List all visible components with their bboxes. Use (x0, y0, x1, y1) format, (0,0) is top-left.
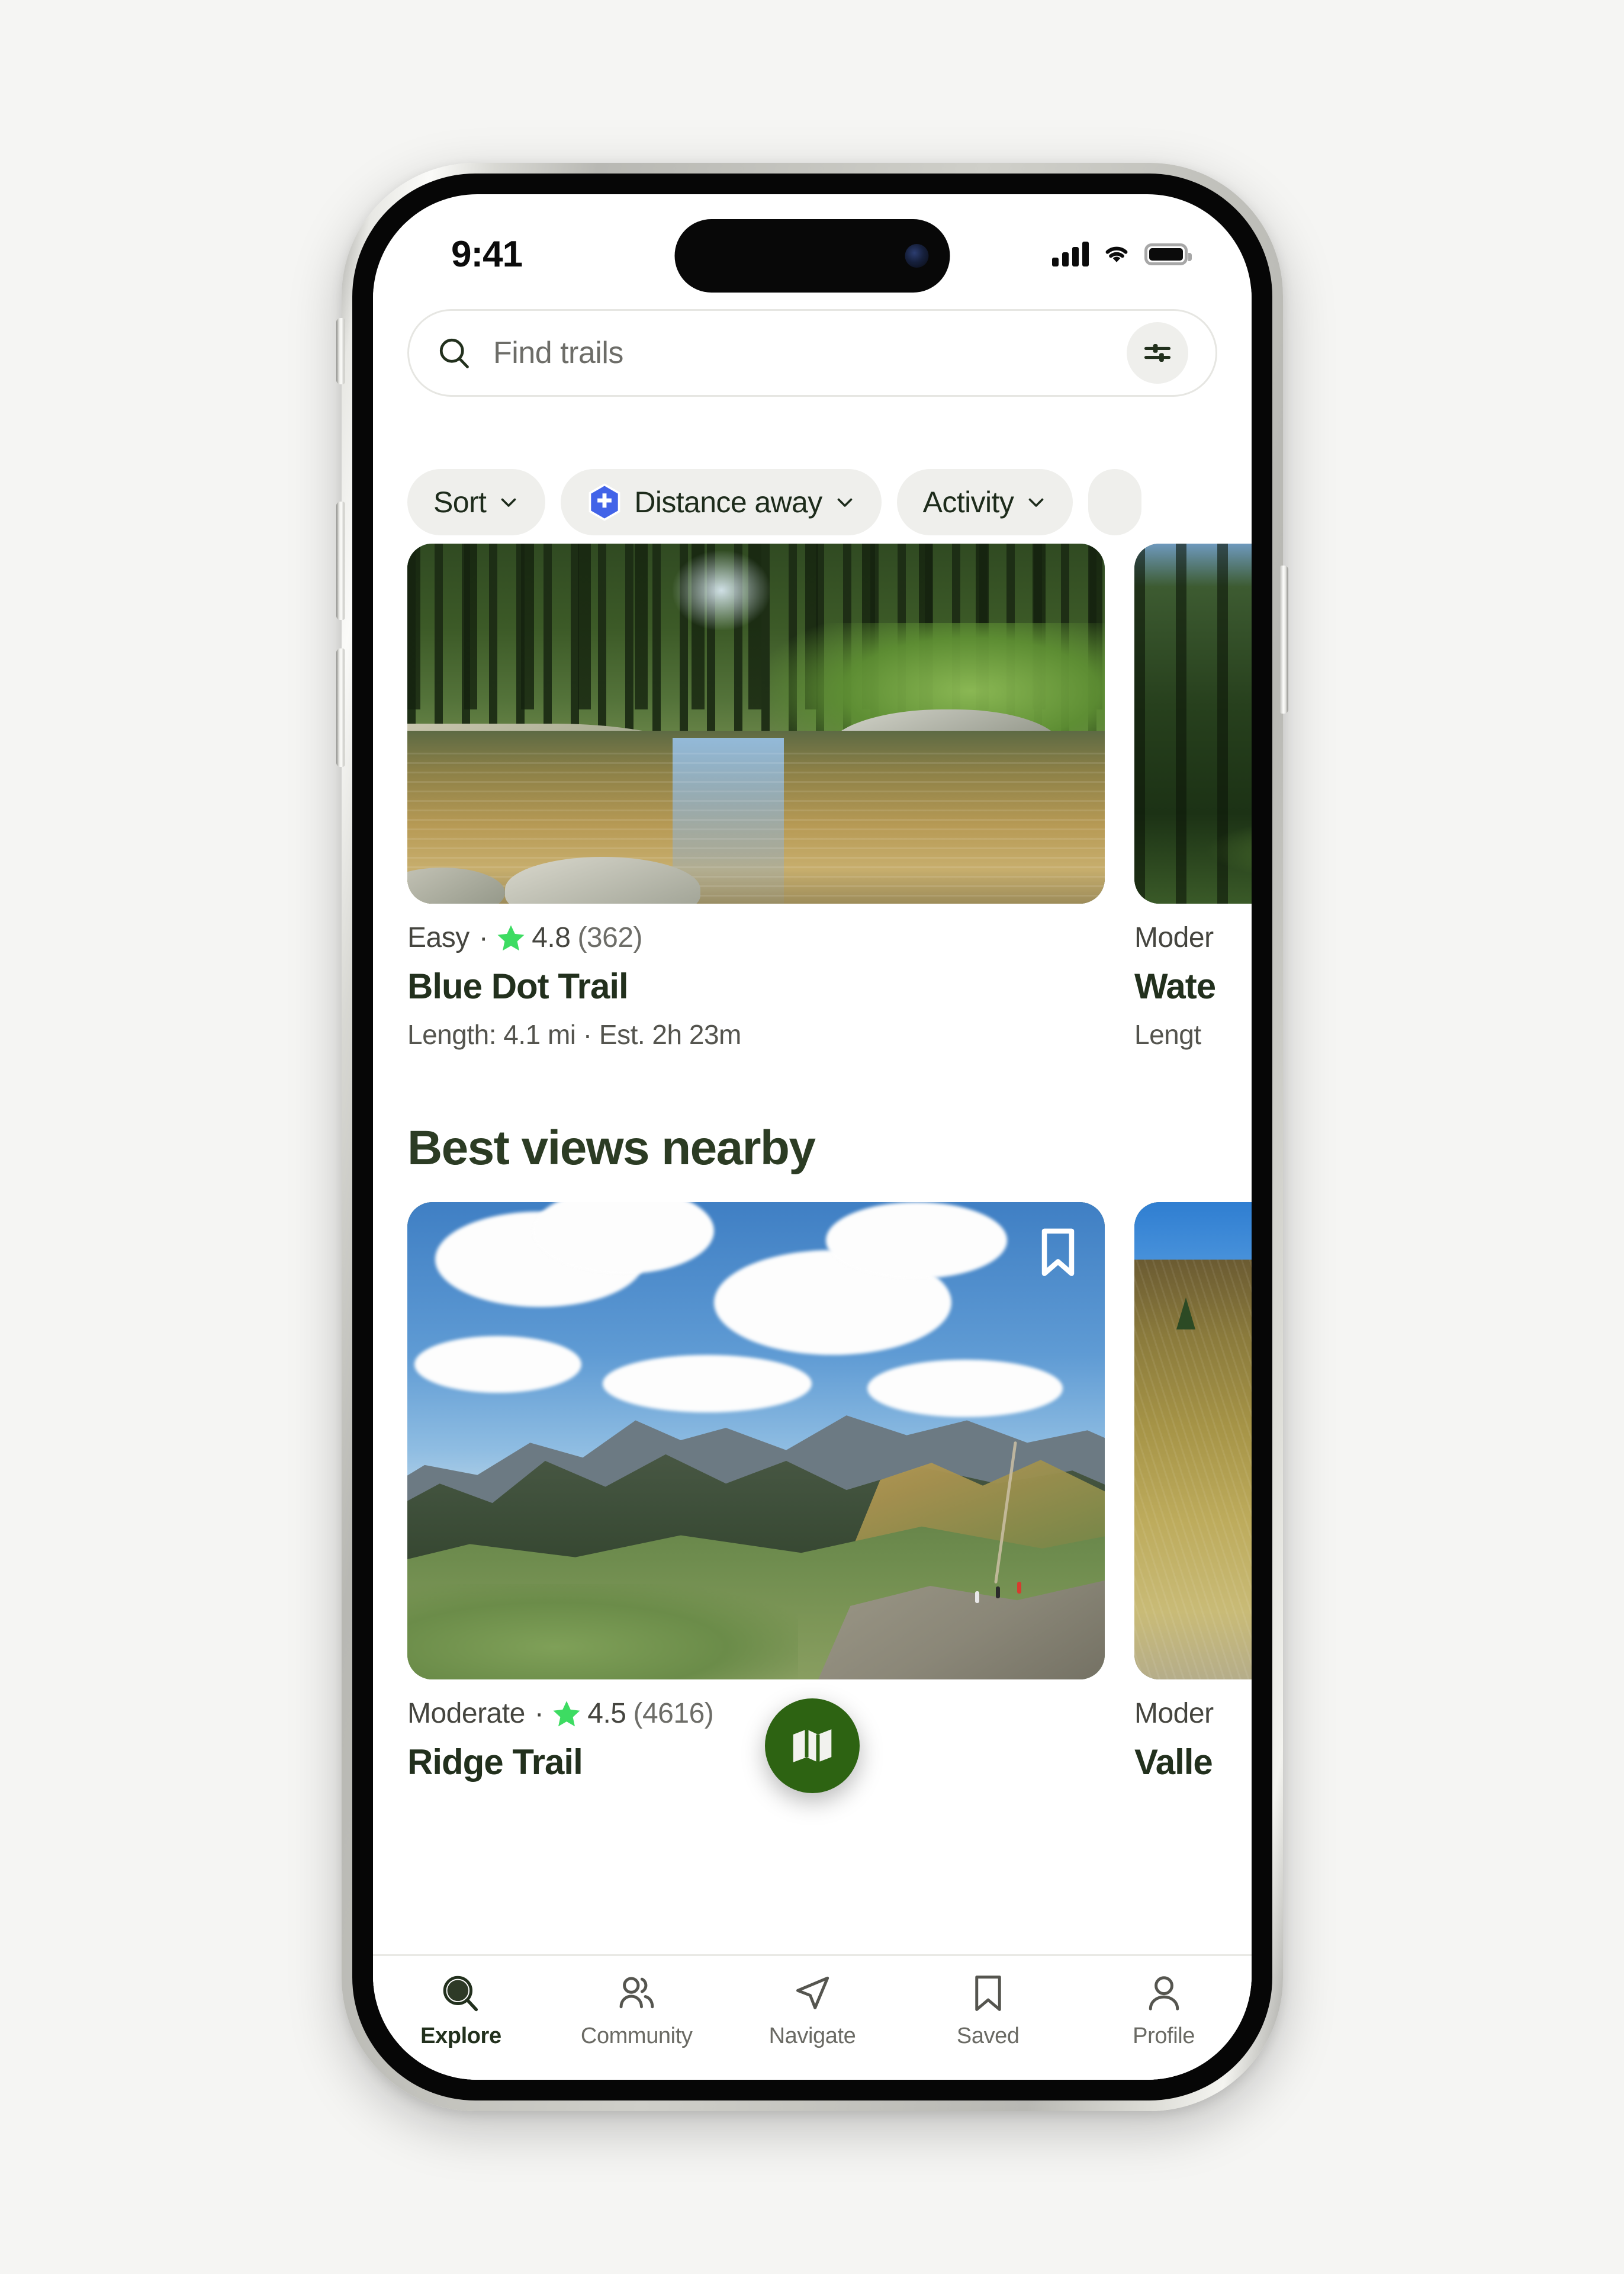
status-icons (1052, 242, 1192, 266)
section-heading-best-views: Best views nearby (407, 1121, 816, 1175)
view-card[interactable]: Moder Valle (1134, 1202, 1252, 1782)
trail-card-row[interactable]: Easy · 4.8 (362) Blue Dot Trail Length: … (373, 544, 1252, 1051)
chip-sort[interactable]: Sort (407, 469, 546, 535)
chip-distance-away-label: Distance away (634, 486, 822, 519)
front-camera-icon (905, 244, 929, 268)
tab-saved-label: Saved (956, 2024, 1020, 2048)
trail-rating: 4.8 (532, 922, 571, 953)
bottom-tab-bar[interactable]: Explore Community Navigate Saved Profile (373, 1954, 1252, 2080)
forest-stream-photo[interactable] (407, 544, 1105, 904)
view-title[interactable]: Valle (1134, 1742, 1252, 1782)
tab-navigate-label: Navigate (768, 2024, 856, 2048)
chip-activity-label: Activity (922, 486, 1014, 519)
chevron-down-icon (1028, 498, 1044, 507)
chevron-down-icon (501, 498, 516, 507)
trail-title[interactable]: Wate (1134, 966, 1252, 1007)
tab-explore-label: Explore (420, 2024, 501, 2048)
tab-navigate[interactable]: Navigate (725, 1973, 901, 2049)
action-button[interactable] (336, 318, 345, 384)
view-rating: 4.5 (587, 1698, 626, 1729)
trail-review-count: (362) (577, 922, 642, 953)
trail-details: Length: 4.1 mi · Est. 2h 23m (407, 1019, 741, 1050)
trail-difficulty: Moder (1134, 922, 1214, 953)
search-icon (439, 338, 469, 368)
trail-card[interactable]: Easy · 4.8 (362) Blue Dot Trail Length: … (407, 544, 1105, 1051)
chevron-down-icon (837, 498, 852, 507)
phone-screen: 9:41 Find trails Sort Distance away Acti… (373, 194, 1252, 2080)
star-icon (497, 924, 525, 950)
golden-tundra-photo[interactable] (1134, 1202, 1252, 1679)
map-fab-button[interactable] (765, 1698, 860, 1793)
phone-device-frame: 9:41 Find trails Sort Distance away Acti… (336, 163, 1288, 2111)
tab-community-label: Community (580, 2024, 693, 2048)
trail-card[interactable]: Moder Wate Lengt (1134, 544, 1252, 1051)
search-filled-icon (443, 1976, 478, 2012)
trail-difficulty: Easy (407, 922, 469, 953)
search-header: Find trails (373, 289, 1252, 397)
hexagon-plus-icon (589, 483, 620, 521)
dark-forest-photo[interactable] (1134, 544, 1252, 904)
mountain-ridge-photo[interactable] (407, 1202, 1105, 1679)
volume-up-button[interactable] (336, 502, 345, 620)
filter-button[interactable] (1127, 322, 1188, 384)
filter-chip-row[interactable]: Sort Distance away Activity (373, 461, 1252, 544)
phone-bezel: 9:41 Find trails Sort Distance away Acti… (352, 174, 1272, 2100)
cellular-signal-icon (1052, 242, 1089, 266)
view-meta: Moder (1134, 1697, 1252, 1730)
view-difficulty: Moder (1134, 1698, 1214, 1729)
search-bar[interactable]: Find trails (407, 309, 1217, 397)
trail-title[interactable]: Blue Dot Trail (407, 966, 1105, 1007)
view-title[interactable]: Ridge Trail (407, 1742, 1105, 1782)
status-time: 9:41 (451, 233, 523, 275)
bookmark-icon[interactable] (1037, 1227, 1079, 1278)
meta-separator: · (534, 1698, 544, 1729)
meta-separator: · (478, 922, 488, 953)
view-review-count: (4616) (633, 1698, 714, 1729)
bookmark-outline-icon (975, 1976, 1001, 2011)
tab-community[interactable]: Community (549, 1973, 725, 2049)
chip-overflow-partial[interactable] (1088, 469, 1142, 535)
wifi-icon (1105, 246, 1128, 262)
tab-saved[interactable]: Saved (900, 1973, 1076, 2049)
search-input[interactable]: Find trails (493, 335, 1127, 371)
views-card-row[interactable]: Moderate · 4.5 (4616) Ridge Trail Moder … (373, 1202, 1252, 1782)
battery-icon (1144, 243, 1192, 265)
chip-sort-label: Sort (433, 486, 487, 519)
explore-feed[interactable]: Easy · 4.8 (362) Blue Dot Trail Length: … (373, 544, 1252, 2080)
people-icon (619, 1977, 654, 2009)
person-icon (1149, 1976, 1179, 2010)
trail-meta: Easy · 4.8 (362) (407, 921, 1105, 954)
dynamic-island (674, 219, 950, 293)
tab-explore[interactable]: Explore (373, 1973, 549, 2049)
volume-down-button[interactable] (336, 648, 345, 767)
sliders-filter-icon (1144, 344, 1171, 362)
power-button[interactable] (1280, 566, 1288, 714)
tab-profile[interactable]: Profile (1076, 1973, 1252, 2049)
trail-details: Lengt (1134, 1019, 1201, 1050)
chip-activity[interactable]: Activity (896, 469, 1073, 535)
star-icon (553, 1700, 580, 1726)
tab-profile-label: Profile (1133, 2024, 1195, 2048)
map-icon (793, 1729, 832, 1762)
view-meta: Moderate · 4.5 (4616) (407, 1697, 1105, 1730)
view-difficulty: Moderate (407, 1698, 525, 1729)
trail-meta: Moder (1134, 921, 1252, 954)
navigation-arrow-icon (796, 1976, 829, 2009)
view-card[interactable]: Moderate · 4.5 (4616) Ridge Trail (407, 1202, 1105, 1782)
chip-distance-away[interactable]: Distance away (561, 469, 882, 535)
